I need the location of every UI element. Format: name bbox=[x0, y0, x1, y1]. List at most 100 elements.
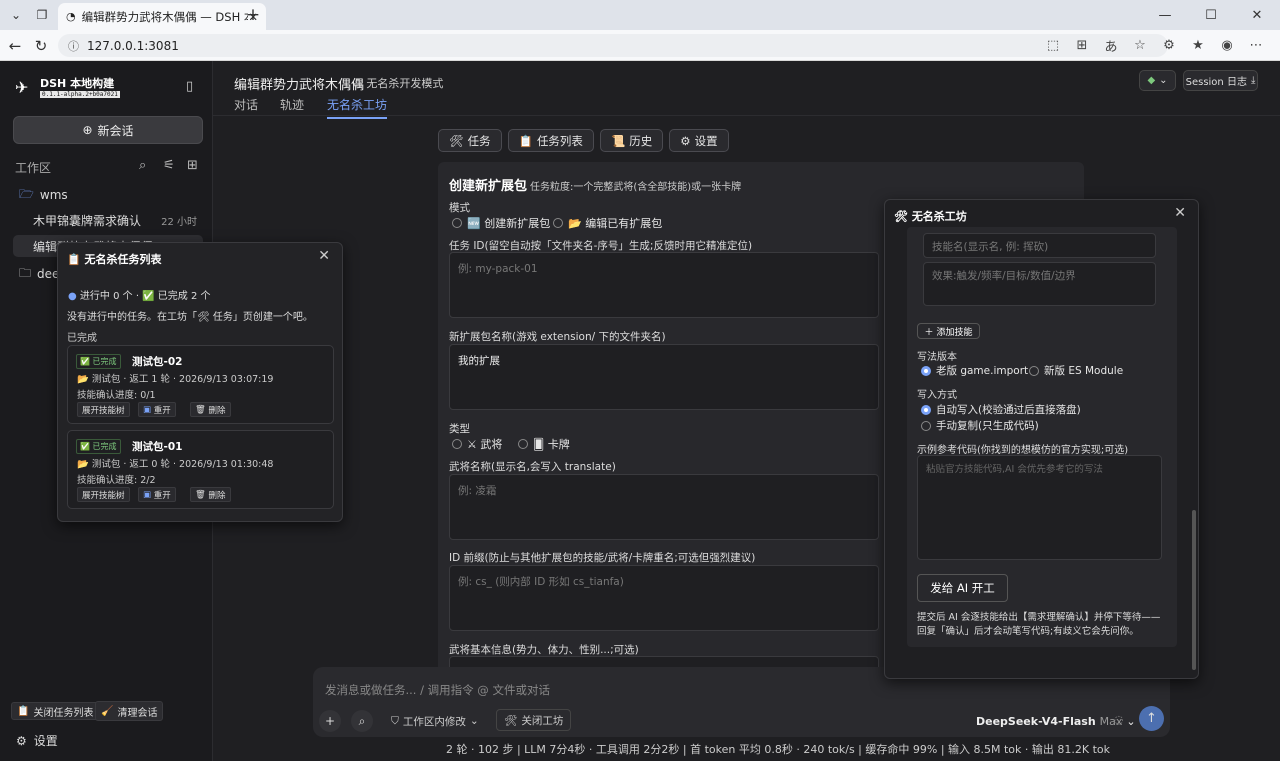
reopen-button[interactable]: ▣ 重开 bbox=[138, 487, 176, 502]
submit-ai-button[interactable]: 发给 AI 开工 bbox=[917, 574, 1008, 602]
pkgname-input[interactable]: 我的扩展 bbox=[449, 344, 879, 410]
task-meta: 📂 测试包 · 返工 1 轮 · 2026/9/13 03:07:19 bbox=[77, 374, 274, 385]
favorite-icon[interactable]: ☆ bbox=[1130, 35, 1150, 55]
close-icon[interactable]: ✕ bbox=[318, 248, 330, 264]
form-subtitle: 任务粒度:一个完整武将(含全部技能)或一张卡牌 bbox=[530, 182, 742, 193]
gear-icon: ⚙ bbox=[16, 733, 27, 748]
tab-trace[interactable]: 轨迹 bbox=[280, 96, 304, 113]
expand-tree-button[interactable]: 展开技能树 bbox=[77, 402, 130, 417]
session-log-button[interactable]: Session 日志 ⤓ bbox=[1183, 70, 1258, 91]
favorites-icon[interactable]: ★ bbox=[1188, 35, 1208, 55]
reload-icon[interactable]: ↻ bbox=[30, 35, 52, 57]
skill-name-input[interactable]: 技能名(显示名, 例: 挥砍) bbox=[923, 233, 1156, 258]
reopen-button[interactable]: ▣ 重开 bbox=[138, 402, 176, 417]
session-item[interactable]: 木甲锦囊牌需求确认 22 小时 bbox=[13, 209, 203, 231]
workshop-panel-title: 🛠 无名杀工坊 bbox=[894, 208, 967, 224]
delete-button[interactable]: 🗑 删除 bbox=[190, 487, 231, 502]
minimize-icon[interactable]: — bbox=[1142, 0, 1188, 30]
type-hero-radio[interactable]: ⚔ 武将 bbox=[452, 436, 502, 452]
version-label: 写法版本 bbox=[917, 352, 957, 363]
clear-session-button[interactable]: 🧹 清理会话 bbox=[95, 701, 164, 721]
radio-label: 老版 game.import bbox=[936, 365, 1029, 377]
plus-icon[interactable]: + bbox=[319, 710, 341, 732]
wk-tab-tasklist[interactable]: 📋 任务列表 bbox=[507, 129, 594, 152]
new-session-button[interactable]: ⊕ 新会话 bbox=[13, 116, 203, 144]
profile-avatar[interactable]: ◉ bbox=[1217, 35, 1237, 55]
search-icon[interactable]: ⌕ bbox=[139, 158, 146, 173]
mode-create-radio[interactable]: 🆕 创建新扩展包 bbox=[452, 215, 550, 231]
split-view-icon[interactable]: ⬚ bbox=[1043, 35, 1063, 55]
wk-tab-task[interactable]: 🛠 任务 bbox=[438, 129, 502, 152]
tab-search-icon[interactable]: ⌄ bbox=[4, 4, 28, 26]
expand-tree-button[interactable]: 展开技能树 bbox=[77, 487, 130, 502]
back-icon[interactable]: ← bbox=[4, 35, 26, 57]
write-mode-label: 写入方式 bbox=[917, 390, 957, 401]
submit-note: 提交后 AI 会逐技能给出【需求理解确认】并停下等待——回复「确认」后才会动笔写… bbox=[917, 612, 1161, 637]
url-field[interactable]: ⓘ 127.0.0.1:3081 bbox=[58, 34, 1168, 57]
mode-edit-radio[interactable]: 📂 编辑已有扩展包 bbox=[553, 215, 662, 231]
settings-link[interactable]: ⚙ 设置 bbox=[16, 732, 58, 749]
task-item[interactable]: ✅ 已完成 测试包-01 📂 测试包 · 返工 0 轮 · 2026/9/13 … bbox=[67, 430, 334, 509]
status-bar: 2 轮 · 102 步 | LLM 7分4秒 · 工具调用 2分2秒 | 首 t… bbox=[446, 743, 1111, 756]
tab-chat[interactable]: 对话 bbox=[234, 96, 258, 113]
add-skill-button[interactable]: ＋添加技能 bbox=[917, 323, 980, 339]
version-old-radio[interactable]: 老版 game.import bbox=[921, 363, 1028, 378]
translate-icon[interactable]: あ bbox=[1101, 35, 1121, 55]
more-icon[interactable]: ⋯ bbox=[1246, 35, 1266, 55]
maximize-icon[interactable]: ☐ bbox=[1188, 0, 1234, 30]
skill-effect-input[interactable]: 效果:触发/频率/目标/数值/边界 bbox=[923, 262, 1156, 306]
folder-open-icon: 🗁 bbox=[19, 186, 34, 201]
filter-icon[interactable]: ⚟ bbox=[163, 158, 175, 173]
scrollbar[interactable] bbox=[1192, 510, 1196, 670]
sidebar-toggle-icon[interactable]: ▯ bbox=[186, 79, 193, 94]
workspace-edit-dropdown[interactable]: ⛉ 工作区内修改 ⌄ bbox=[391, 711, 479, 731]
form-heading: 创建新扩展包 bbox=[449, 179, 528, 194]
session-title: 木甲锦囊牌需求确认 bbox=[33, 213, 142, 228]
radio-label: 自动写入(校验通过后直接落盘) bbox=[936, 404, 1081, 416]
model-selector[interactable]: DeepSeek-V4-Flash Max ⌄ bbox=[976, 711, 1136, 731]
wk-tab-settings[interactable]: ⚙ 设置 bbox=[669, 129, 729, 152]
add-skill-label: 添加技能 bbox=[936, 327, 973, 338]
version-new-radio[interactable]: 新版 ES Module bbox=[1029, 363, 1123, 378]
taskid-input[interactable]: 例: my-pack-01 bbox=[449, 252, 879, 318]
reopen-label: 重开 bbox=[153, 405, 171, 416]
site-info-icon[interactable]: ⓘ bbox=[68, 38, 79, 54]
new-tab-icon[interactable]: + bbox=[241, 4, 265, 26]
window-close-icon[interactable]: ✕ bbox=[1234, 0, 1280, 30]
browser-tab[interactable]: ◔ 编辑群势力武将木偶偶 — DSH 本地 ✕ bbox=[58, 3, 266, 30]
extensions-icon[interactable]: ⚙ bbox=[1159, 35, 1179, 55]
folder-wms[interactable]: 🗁 wms bbox=[13, 184, 203, 206]
delete-button[interactable]: 🗑 删除 bbox=[190, 402, 231, 417]
write-manual-radio[interactable]: 手动复制(只生成代码) bbox=[921, 418, 1039, 433]
message-input[interactable]: 发消息或做任务... / 调用指令 @ 文件或对话 bbox=[325, 682, 550, 698]
close-workshop-label: 关闭工坊 bbox=[521, 714, 564, 727]
workspaces-icon[interactable]: ❐ bbox=[30, 4, 54, 26]
diamond-icon: ◆ bbox=[1147, 75, 1156, 86]
task-item[interactable]: ✅ 已完成 测试包-02 📂 测试包 · 返工 1 轮 · 2026/9/13 … bbox=[67, 345, 334, 424]
wk-tab-history[interactable]: 📜 历史 bbox=[599, 129, 664, 152]
close-icon[interactable]: ✕ bbox=[1174, 205, 1186, 221]
running-dot-icon: ● bbox=[68, 291, 77, 302]
radio-label: 手动复制(只生成代码) bbox=[936, 420, 1039, 432]
pkgname-label: 新扩展包名称(游戏 extension/ 下的文件夹名) bbox=[449, 331, 666, 343]
attach-icon[interactable]: ⌕ bbox=[351, 710, 373, 732]
write-auto-radio[interactable]: 自动写入(校验通过后直接落盘) bbox=[921, 402, 1081, 417]
heroname-input[interactable]: 例: 凌霜 bbox=[449, 474, 879, 540]
folder-icon: 🗀 bbox=[19, 265, 32, 280]
type-card-radio[interactable]: 🂠 卡牌 bbox=[518, 436, 570, 452]
radio-label: ⚔ 武将 bbox=[467, 438, 503, 451]
radio-circle bbox=[921, 420, 931, 431]
example-code-input[interactable]: 粘贴官方技能代码,AI 会优先参考它的写法 bbox=[917, 455, 1162, 560]
new-folder-icon[interactable]: ⊞ bbox=[187, 158, 198, 173]
new-session-label: 新会话 bbox=[97, 123, 134, 138]
close-tasklist-button[interactable]: 📋 关闭任务列表 bbox=[11, 702, 100, 720]
radio-circle bbox=[1029, 365, 1039, 376]
theme-dropdown[interactable]: ◆ ⌄ bbox=[1139, 70, 1176, 91]
close-workshop-button[interactable]: 🛠 关闭工坊 bbox=[496, 709, 572, 731]
send-icon[interactable]: ↑ bbox=[1139, 706, 1164, 731]
radio-circle bbox=[452, 439, 462, 449]
shield-icon: ⛉ bbox=[391, 714, 399, 727]
apps-icon[interactable]: ⊞ bbox=[1072, 35, 1092, 55]
model-name: DeepSeek-V4-Flash bbox=[976, 714, 1096, 728]
prefix-input[interactable]: 例: cs_ (则内部 ID 形如 cs_tianfa) bbox=[449, 565, 879, 631]
